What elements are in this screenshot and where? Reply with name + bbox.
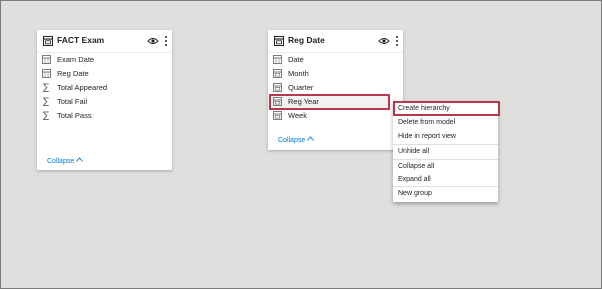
field-reg-date[interactable]: Reg Date — [42, 68, 152, 80]
chevron-up-icon — [307, 136, 315, 141]
more-options-icon[interactable] — [164, 35, 168, 47]
field-label: Date — [288, 55, 304, 64]
table-card-reg-date[interactable]: Reg Date Date Month Quarter Reg Year Wee… — [268, 30, 403, 150]
field-label: Total Fail — [57, 97, 88, 106]
table-card-header[interactable]: Reg Date — [268, 30, 403, 53]
collapse-link[interactable]: Collapse — [278, 136, 315, 144]
menu-item-label: Expand all — [398, 176, 431, 183]
eye-icon[interactable] — [147, 36, 159, 46]
menu-item-label: Delete from model — [398, 119, 456, 126]
collapse-link[interactable]: Collapse — [47, 157, 84, 165]
field-week[interactable]: Week — [273, 110, 383, 122]
menu-item-collapse-all[interactable]: Collapse all — [393, 160, 498, 173]
calendar-icon — [42, 55, 51, 64]
menu-item-new-group[interactable]: New group — [393, 187, 498, 200]
menu-item-unhide-all[interactable]: Unhide all — [393, 145, 498, 158]
field-label: Total Pass — [57, 111, 92, 120]
menu-item-label: Unhide all — [398, 148, 430, 155]
model-view-canvas[interactable]: FACT Exam Exam Date Reg Date ∑ Total App… — [0, 0, 602, 289]
table-card-fact-exam[interactable]: FACT Exam Exam Date Reg Date ∑ Total App… — [37, 30, 172, 170]
field-reg-year[interactable]: Reg Year — [273, 96, 383, 108]
table-field-icon — [273, 97, 282, 106]
field-total-pass[interactable]: ∑ Total Pass — [42, 110, 152, 122]
field-quarter[interactable]: Quarter — [273, 82, 383, 94]
table-icon — [43, 36, 53, 46]
collapse-label: Collapse — [47, 158, 75, 165]
field-date[interactable]: Date — [273, 54, 383, 66]
calendar-icon — [273, 55, 282, 64]
calendar-icon — [42, 69, 51, 78]
sigma-icon: ∑ — [43, 97, 50, 107]
eye-icon[interactable] — [378, 36, 390, 46]
menu-item-expand-all[interactable]: Expand all — [393, 173, 498, 186]
menu-item-label: New group — [398, 190, 432, 197]
menu-item-label: Hide in report view — [398, 133, 456, 140]
field-label: Reg Date — [57, 69, 89, 78]
field-total-appeared[interactable]: ∑ Total Appeared — [42, 82, 152, 94]
table-title: Reg Date — [288, 35, 325, 45]
table-icon — [274, 36, 284, 46]
table-field-icon — [273, 111, 282, 120]
more-options-icon[interactable] — [395, 35, 399, 47]
table-field-icon — [273, 83, 282, 92]
sigma-icon: ∑ — [43, 83, 50, 93]
context-menu: Create hierarchy Delete from model Hide … — [393, 101, 498, 202]
collapse-label: Collapse — [278, 137, 306, 144]
field-label: Exam Date — [57, 55, 95, 64]
sigma-icon: ∑ — [43, 111, 50, 121]
table-field-icon — [273, 69, 282, 78]
chevron-up-icon — [76, 157, 84, 162]
field-month[interactable]: Month — [273, 68, 383, 80]
menu-item-delete-from-model[interactable]: Delete from model — [393, 116, 498, 129]
table-title: FACT Exam — [57, 35, 105, 45]
field-label: Total Appeared — [57, 83, 108, 92]
field-exam-date[interactable]: Exam Date — [42, 54, 152, 66]
field-label: Quarter — [288, 83, 314, 92]
menu-item-hide-in-report-view[interactable]: Hide in report view — [393, 130, 498, 143]
table-card-header[interactable]: FACT Exam — [37, 30, 172, 53]
field-label: Week — [288, 111, 308, 120]
field-total-fail[interactable]: ∑ Total Fail — [42, 96, 152, 108]
field-label: Month — [288, 69, 309, 78]
field-label: Reg Year — [288, 97, 319, 106]
create-hierarchy-highlight — [393, 101, 500, 116]
menu-item-label: Collapse all — [398, 163, 435, 170]
